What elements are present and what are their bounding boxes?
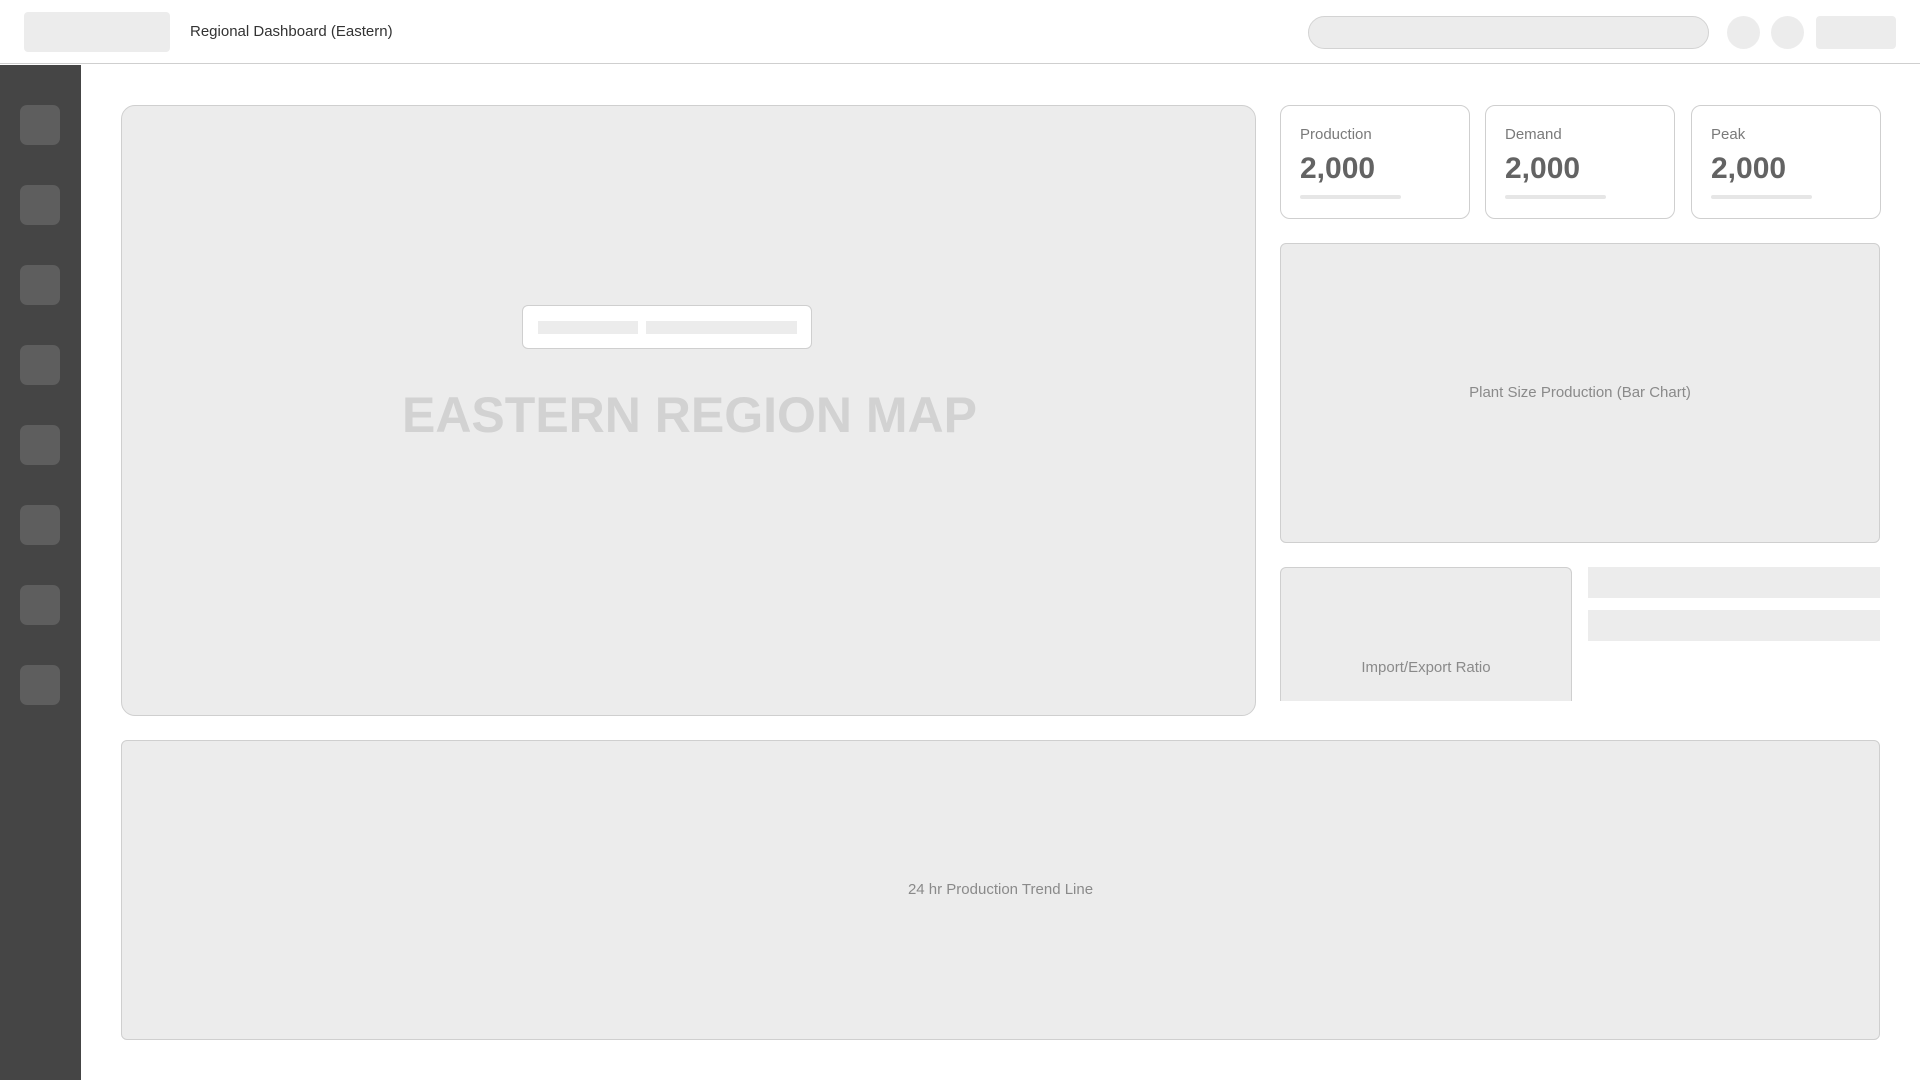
plant-production-chart: Plant Size Production (Bar Chart) [1280, 243, 1880, 543]
stat-bar [1505, 195, 1606, 199]
notification-icon[interactable] [1727, 16, 1760, 49]
ratio-placeholder-label: Import/Export Ratio [1361, 659, 1491, 676]
sidebar-item-1[interactable] [20, 105, 60, 145]
stat-card-peak: Peak 2,000 [1691, 105, 1881, 219]
page-title: Regional Dashboard (Eastern) [190, 23, 393, 40]
ratio-detail-line [1588, 610, 1880, 641]
sidebar-item-5[interactable] [20, 425, 60, 465]
stat-value: 2,000 [1505, 152, 1581, 185]
sidebar-item-2[interactable] [20, 185, 60, 225]
stat-label: Demand [1505, 126, 1562, 143]
stat-card-production: Production 2,000 [1280, 105, 1470, 219]
map-toolbar-segment[interactable] [646, 321, 797, 334]
stat-card-demand: Demand 2,000 [1485, 105, 1675, 219]
sidebar-item-7[interactable] [20, 585, 60, 625]
ratio-detail-line [1588, 567, 1880, 598]
chart-placeholder-label: Plant Size Production (Bar Chart) [1469, 384, 1691, 401]
profile-button[interactable] [1816, 16, 1896, 49]
stat-value: 2,000 [1300, 152, 1376, 185]
stat-value: 2,000 [1711, 152, 1787, 185]
sidebar-item-6[interactable] [20, 505, 60, 545]
region-map[interactable]: EASTERN REGION MAP [121, 105, 1256, 716]
search-input[interactable] [1308, 16, 1709, 49]
sidebar-item-4[interactable] [20, 345, 60, 385]
sidebar-item-3[interactable] [20, 265, 60, 305]
production-trend-chart: 24 hr Production Trend Line [121, 740, 1880, 1040]
logo[interactable] [24, 12, 170, 52]
trend-placeholder-label: 24 hr Production Trend Line [907, 881, 1094, 898]
stat-label: Production [1300, 126, 1372, 143]
sidebar [0, 65, 81, 1080]
top-bar: Regional Dashboard (Eastern) [0, 0, 1920, 64]
map-toolbar-segment[interactable] [538, 321, 638, 334]
stat-bar [1300, 195, 1401, 199]
stat-bar [1711, 195, 1812, 199]
map-label: EASTERN REGION MAP [401, 387, 978, 443]
sidebar-item-8[interactable] [20, 665, 60, 705]
map-toolbar[interactable] [522, 305, 812, 349]
import-export-ratio-panel: Import/Export Ratio [1280, 567, 1572, 701]
help-icon[interactable] [1771, 16, 1804, 49]
stat-label: Peak [1711, 126, 1746, 143]
